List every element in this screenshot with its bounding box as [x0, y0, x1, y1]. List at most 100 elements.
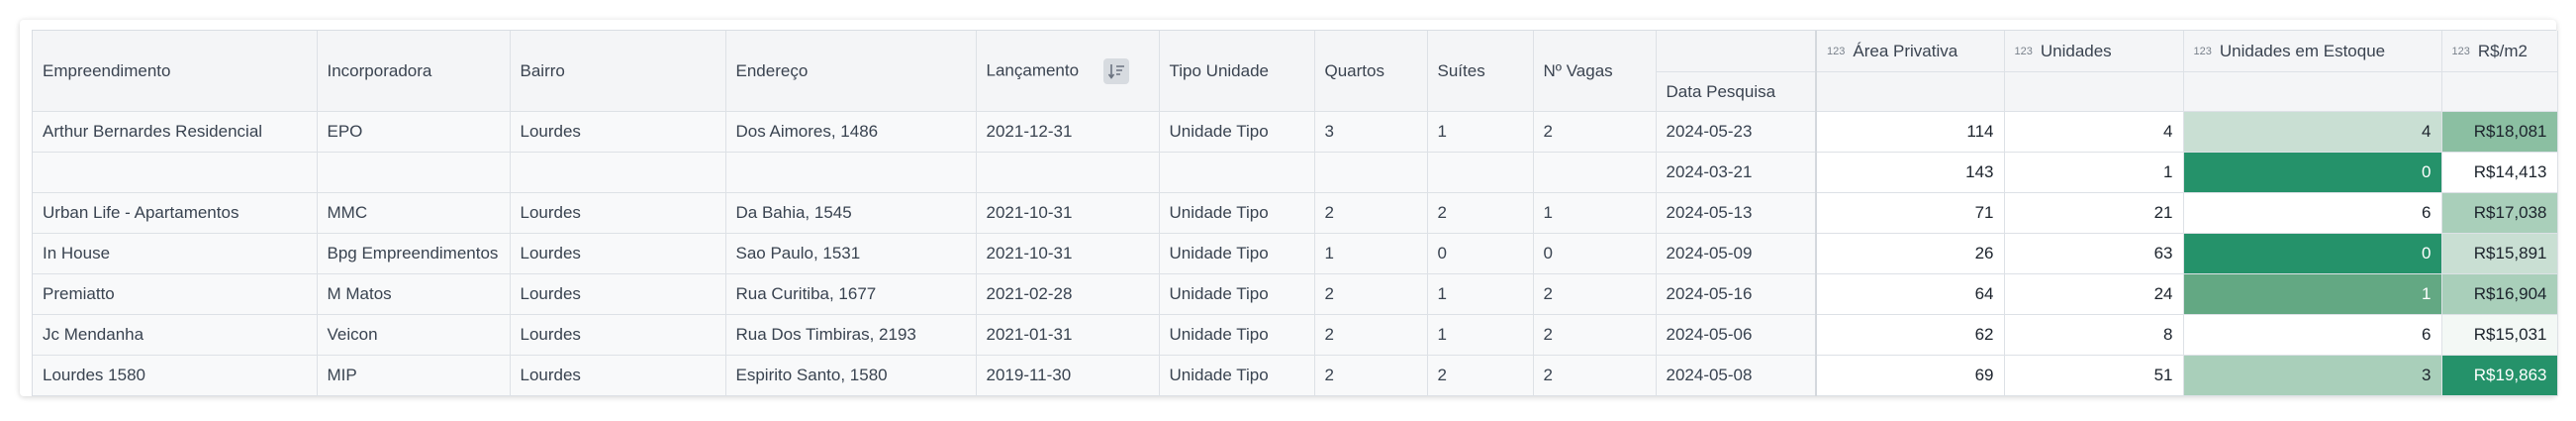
cell-rs-m2[interactable]: R$14,413 — [2441, 152, 2558, 193]
cell-incorporadora[interactable]: Bpg Empreendimentos — [317, 233, 511, 274]
cell-suites[interactable] — [1427, 152, 1534, 193]
cell-bairro[interactable]: Lourdes — [510, 314, 726, 356]
cell-unidades[interactable]: 24 — [2004, 273, 2184, 315]
cell-quartos[interactable]: 2 — [1314, 355, 1428, 396]
cell-endereco[interactable]: Sao Paulo, 1531 — [725, 233, 977, 274]
header-endereco[interactable]: Endereço — [725, 31, 977, 112]
cell-area-privativa[interactable]: 71 — [1815, 192, 2005, 234]
header-quartos[interactable]: Quartos — [1314, 31, 1428, 112]
cell-bairro[interactable]: Lourdes — [510, 273, 726, 315]
cell-empreendimento[interactable]: Lourdes 1580 — [33, 355, 318, 396]
cell-rs-m2[interactable]: R$16,904 — [2441, 273, 2558, 315]
cell-endereco[interactable]: Espirito Santo, 1580 — [725, 355, 977, 396]
table-row[interactable]: Premiatto M Matos Lourdes Rua Curitiba, 167… — [33, 273, 2558, 315]
header-rs-m2[interactable]: 123 R$/m2 — [2441, 31, 2558, 72]
cell-bairro[interactable] — [510, 152, 726, 193]
cell-suites[interactable]: 2 — [1427, 355, 1534, 396]
cell-empreendimento[interactable]: Jc Mendanha — [33, 314, 318, 356]
cell-area-privativa[interactable]: 26 — [1815, 233, 2005, 274]
cell-lancamento[interactable]: 2021-10-31 — [976, 192, 1160, 234]
cell-rs-m2[interactable]: R$18,081 — [2441, 111, 2558, 153]
cell-quartos[interactable]: 2 — [1314, 273, 1428, 315]
cell-tipo-unidade[interactable]: Unidade Tipo — [1159, 111, 1315, 153]
cell-area-privativa[interactable]: 114 — [1815, 111, 2005, 153]
cell-rs-m2[interactable]: R$15,891 — [2441, 233, 2558, 274]
cell-suites[interactable]: 1 — [1427, 273, 1534, 315]
cell-incorporadora[interactable] — [317, 152, 511, 193]
cell-rs-m2[interactable]: R$19,863 — [2441, 355, 2558, 396]
cell-tipo-unidade[interactable]: Unidade Tipo — [1159, 314, 1315, 356]
cell-suites[interactable]: 1 — [1427, 111, 1534, 153]
table-row[interactable]: Urban Life - Apartamentos MMC Lourdes Da Ba… — [33, 192, 2558, 234]
header-incorporadora[interactable]: Incorporadora — [317, 31, 511, 112]
cell-lancamento[interactable] — [976, 152, 1160, 193]
cell-data-pesquisa[interactable]: 2024-05-08 — [1656, 355, 1817, 396]
cell-suites[interactable]: 1 — [1427, 314, 1534, 356]
cell-incorporadora[interactable]: M Matos — [317, 273, 511, 315]
cell-data-pesquisa[interactable]: 2024-05-16 — [1656, 273, 1817, 315]
cell-unidades-estoque[interactable]: 3 — [2183, 355, 2442, 396]
cell-endereco[interactable]: Rua Curitiba, 1677 — [725, 273, 977, 315]
cell-unidades[interactable]: 8 — [2004, 314, 2184, 356]
cell-incorporadora[interactable]: MMC — [317, 192, 511, 234]
cell-data-pesquisa[interactable]: 2024-03-21 — [1656, 152, 1817, 193]
cell-data-pesquisa[interactable]: 2024-05-09 — [1656, 233, 1817, 274]
cell-unidades-estoque[interactable]: 4 — [2183, 111, 2442, 153]
cell-unidades[interactable]: 63 — [2004, 233, 2184, 274]
cell-data-pesquisa[interactable]: 2024-05-06 — [1656, 314, 1817, 356]
cell-suites[interactable]: 0 — [1427, 233, 1534, 274]
cell-unidades[interactable]: 51 — [2004, 355, 2184, 396]
cell-quartos[interactable]: 2 — [1314, 314, 1428, 356]
cell-tipo-unidade[interactable]: Unidade Tipo — [1159, 355, 1315, 396]
cell-empreendimento[interactable]: In House — [33, 233, 318, 274]
header-tipo-unidade[interactable]: Tipo Unidade — [1159, 31, 1315, 112]
cell-tipo-unidade[interactable]: Unidade Tipo — [1159, 233, 1315, 274]
cell-lancamento[interactable]: 2019-11-30 — [976, 355, 1160, 396]
cell-rs-m2[interactable]: R$17,038 — [2441, 192, 2558, 234]
cell-area-privativa[interactable]: 143 — [1815, 152, 2005, 193]
cell-lancamento[interactable]: 2021-01-31 — [976, 314, 1160, 356]
cell-area-privativa[interactable]: 64 — [1815, 273, 2005, 315]
header-unidades[interactable]: 123 Unidades — [2004, 31, 2184, 72]
table-row[interactable]: Lourdes 1580 MIP Lourdes Espirito Santo, 15… — [33, 355, 2558, 396]
cell-endereco[interactable]: Dos Aimores, 1486 — [725, 111, 977, 153]
header-area-privativa[interactable]: 123 Área Privativa — [1815, 31, 2005, 72]
cell-tipo-unidade[interactable]: Unidade Tipo — [1159, 192, 1315, 234]
cell-tipo-unidade[interactable]: Unidade Tipo — [1159, 273, 1315, 315]
sort-descending-icon[interactable] — [1102, 57, 1129, 84]
header-vagas[interactable]: Nº Vagas — [1533, 31, 1657, 112]
cell-lancamento[interactable]: 2021-10-31 — [976, 233, 1160, 274]
cell-bairro[interactable]: Lourdes — [510, 192, 726, 234]
cell-endereco[interactable] — [725, 152, 977, 193]
cell-bairro[interactable]: Lourdes — [510, 233, 726, 274]
cell-quartos[interactable]: 1 — [1314, 233, 1428, 274]
cell-vagas[interactable]: 2 — [1533, 314, 1657, 356]
cell-lancamento[interactable]: 2021-12-31 — [976, 111, 1160, 153]
cell-data-pesquisa[interactable]: 2024-05-13 — [1656, 192, 1817, 234]
cell-endereco[interactable]: Da Bahia, 1545 — [725, 192, 977, 234]
header-lancamento[interactable]: Lançamento — [976, 31, 1160, 112]
cell-empreendimento[interactable]: Premiatto — [33, 273, 318, 315]
cell-incorporadora[interactable]: EPO — [317, 111, 511, 153]
cell-empreendimento[interactable]: Urban Life - Apartamentos — [33, 192, 318, 234]
cell-incorporadora[interactable]: Veicon — [317, 314, 511, 356]
cell-vagas[interactable]: 1 — [1533, 192, 1657, 234]
cell-vagas[interactable]: 2 — [1533, 111, 1657, 153]
cell-tipo-unidade[interactable] — [1159, 152, 1315, 193]
header-suites[interactable]: Suítes — [1427, 31, 1534, 112]
cell-unidades-estoque[interactable]: 0 — [2183, 233, 2442, 274]
cell-area-privativa[interactable]: 69 — [1815, 355, 2005, 396]
cell-vagas[interactable] — [1533, 152, 1657, 193]
cell-bairro[interactable]: Lourdes — [510, 355, 726, 396]
cell-unidades-estoque[interactable]: 0 — [2183, 152, 2442, 193]
table-row[interactable]: In House Bpg Empreendimentos Lourdes Sao Pa… — [33, 233, 2558, 274]
cell-vagas[interactable]: 2 — [1533, 355, 1657, 396]
cell-vagas[interactable]: 2 — [1533, 273, 1657, 315]
cell-endereco[interactable]: Rua Dos Timbiras, 2193 — [725, 314, 977, 356]
cell-unidades-estoque[interactable]: 1 — [2183, 273, 2442, 315]
header-data-pesquisa[interactable]: Data Pesquisa — [1656, 71, 1817, 112]
cell-data-pesquisa[interactable]: 2024-05-23 — [1656, 111, 1817, 153]
cell-vagas[interactable]: 0 — [1533, 233, 1657, 274]
cell-quartos[interactable]: 3 — [1314, 111, 1428, 153]
cell-unidades[interactable]: 1 — [2004, 152, 2184, 193]
